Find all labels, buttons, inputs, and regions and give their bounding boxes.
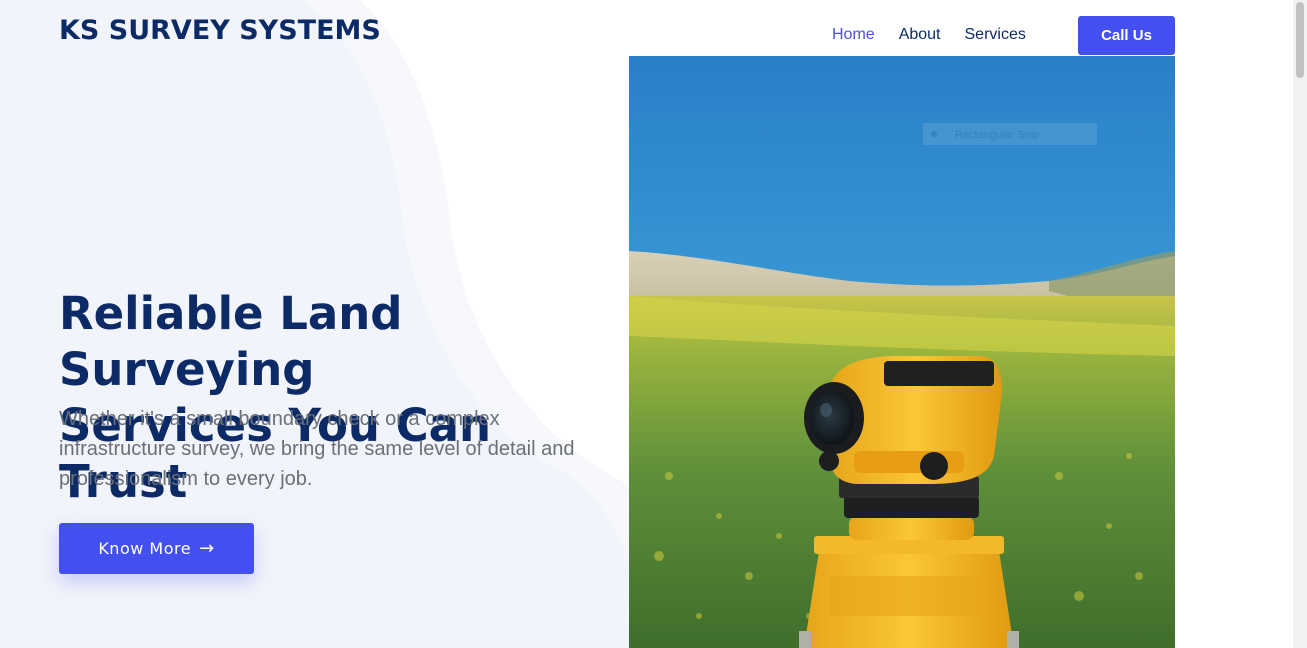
know-more-button[interactable]: Know More → <box>59 523 254 574</box>
tripod <box>799 536 1019 648</box>
nav-home[interactable]: Home <box>820 26 887 44</box>
scrollbar-thumb[interactable] <box>1296 2 1304 78</box>
main-nav: Home About Services <box>820 16 1038 54</box>
hero-subtitle: Whether it's a small boundary check or a… <box>59 408 575 490</box>
nav-services[interactable]: Services <box>953 26 1038 44</box>
hero-title-line-1: Reliable Land Surveying <box>59 287 403 396</box>
arrow-right-icon: → <box>199 538 215 559</box>
brand-logo[interactable]: KS SURVEY SYSTEMS <box>59 15 381 46</box>
hero-image: Rectangular Snip <box>629 56 1175 648</box>
nav-about[interactable]: About <box>887 26 953 44</box>
surveying-level-photo: Rectangular Snip <box>629 56 1175 648</box>
call-us-button[interactable]: Call Us <box>1078 16 1175 55</box>
know-more-label: Know More <box>98 539 192 558</box>
page: KS SURVEY SYSTEMS Home About Services Ca… <box>0 0 1307 648</box>
snip-overlay-text: Rectangular Snip <box>955 129 1039 141</box>
vertical-scrollbar[interactable] <box>1293 0 1307 648</box>
